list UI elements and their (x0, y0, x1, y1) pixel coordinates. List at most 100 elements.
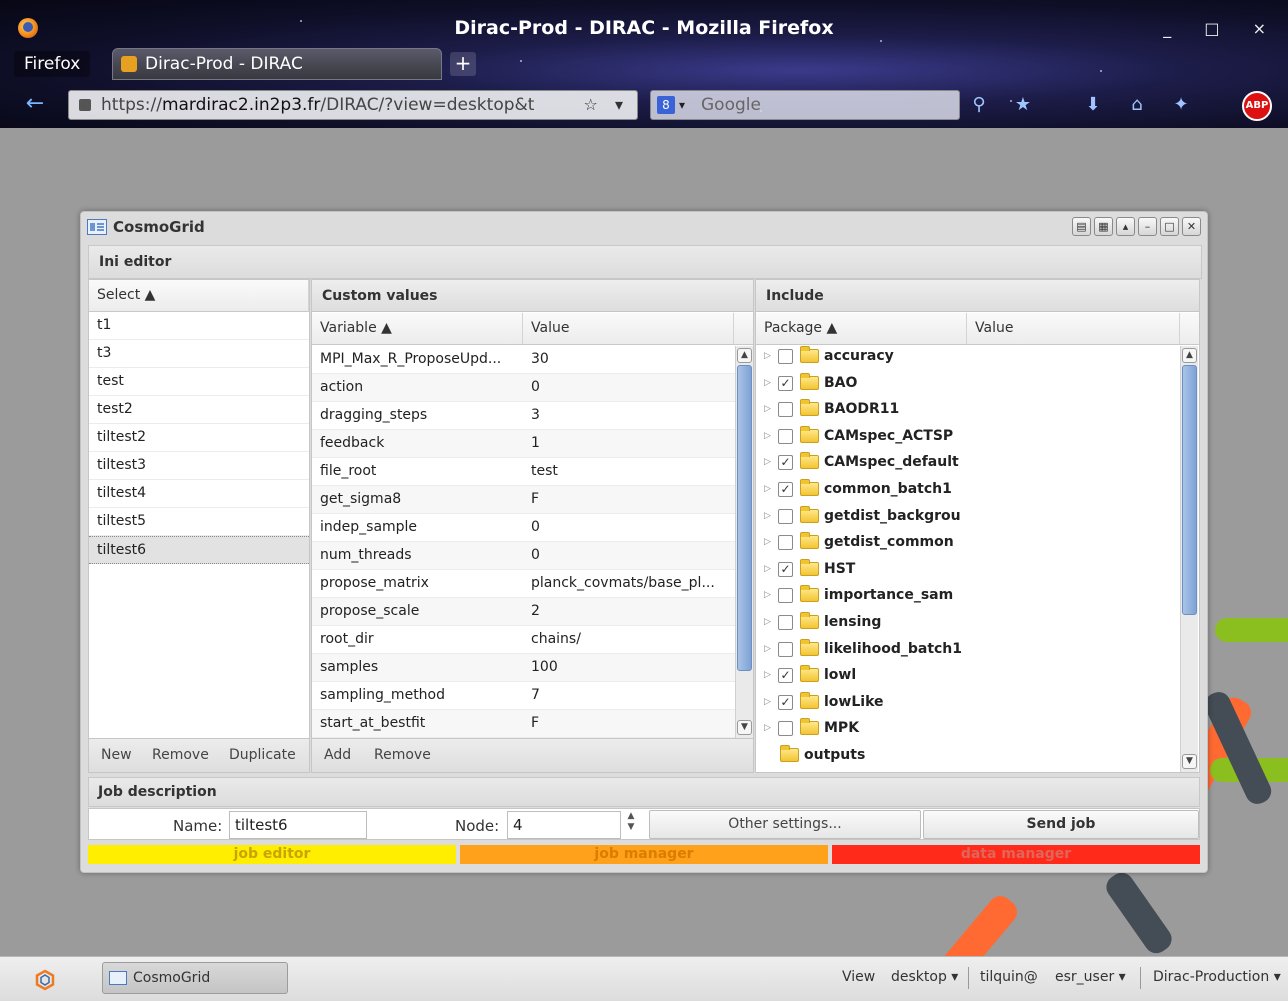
scroll-up-icon[interactable]: ▲ (737, 348, 752, 363)
node-stepper[interactable]: ▲ ▼ (621, 811, 641, 837)
table-row[interactable]: start_at_bestfit F (312, 710, 735, 738)
custom-scrollbar[interactable]: ▲ ▼ (735, 346, 753, 738)
table-row[interactable]: indep_sample 0 (312, 514, 735, 542)
expand-arrow-icon[interactable]: ▷ (764, 396, 771, 422)
desktop-dropdown[interactable]: desktop ▾ (891, 969, 958, 985)
remove-button[interactable]: Remove (374, 747, 431, 763)
save-state-icon[interactable]: ▤ (1072, 217, 1091, 236)
include-checkbox[interactable] (778, 402, 793, 418)
expand-arrow-icon[interactable]: ▷ (764, 689, 771, 715)
list-item[interactable]: tiltest5 (89, 508, 309, 536)
tree-item[interactable]: ▷ getdist_backgrou (756, 503, 1180, 530)
url-bar[interactable]: https://mardirac2.in2p3.fr/DIRAC/?view=d… (68, 90, 638, 120)
table-row[interactable]: get_sigma8 F (312, 486, 735, 514)
expand-arrow-icon[interactable]: ▷ (764, 582, 771, 608)
scroll-thumb[interactable] (737, 365, 752, 671)
expand-arrow-icon[interactable]: ▷ (764, 449, 771, 475)
firefox-menu-button[interactable]: Firefox (14, 51, 91, 77)
browser-tab[interactable]: Dirac-Prod - DIRAC (112, 48, 442, 80)
selected-list-item[interactable]: tiltest6 (89, 536, 309, 564)
name-input[interactable]: tiltest6 (229, 811, 367, 839)
status-bar-job-manager[interactable]: job manager (460, 845, 828, 864)
pin-icon[interactable]: ▦ (1094, 217, 1113, 236)
list-item[interactable]: tiltest2 (89, 424, 309, 452)
table-row[interactable]: root_dir chains/ (312, 626, 735, 654)
include-scrollbar[interactable]: ▲ ▼ (1180, 346, 1198, 772)
table-row[interactable]: samples 100 (312, 654, 735, 682)
search-engine-icon[interactable]: 8 (657, 96, 675, 114)
scroll-down-icon[interactable]: ▼ (1182, 754, 1197, 769)
window-header[interactable]: CosmoGrid ▤ ▦ ▴ – □ ✕ (81, 212, 1207, 242)
setup-dropdown[interactable]: Dirac-Production ▾ (1153, 969, 1281, 985)
list-item[interactable]: test2 (89, 396, 309, 424)
tree-item[interactable]: ▷ BAODR11 (756, 396, 1180, 423)
tree-item[interactable]: ▷ lensing (756, 609, 1180, 636)
table-row[interactable]: feedback 1 (312, 430, 735, 458)
download-icon[interactable]: ⬇ (1082, 94, 1104, 116)
new-tab-button[interactable]: + (450, 52, 476, 76)
list-item[interactable]: test (89, 368, 309, 396)
expand-arrow-icon[interactable]: ▷ (764, 556, 771, 582)
status-bar-job-editor[interactable]: job editor (88, 845, 456, 864)
tree-item[interactable]: ▷ CAMspec_ACTSP (756, 423, 1180, 450)
send-job-button[interactable]: Send job (923, 810, 1199, 839)
remove-button[interactable]: Remove (152, 747, 209, 763)
table-row[interactable]: propose_matrix planck_covmats/base_pl... (312, 570, 735, 598)
chevron-down-icon[interactable]: ▾ (679, 91, 685, 119)
table-row[interactable]: file_root test (312, 458, 735, 486)
scroll-up-icon[interactable]: ▲ (1182, 348, 1197, 363)
include-checkbox[interactable]: ✓ (778, 375, 793, 391)
table-row[interactable]: action 0 (312, 374, 735, 402)
expand-arrow-icon[interactable]: ▷ (764, 636, 771, 662)
search-bar[interactable]: 8 ▾ Google (650, 90, 960, 120)
tree-item[interactable]: ▷ ✓ lowl (756, 662, 1180, 689)
table-row[interactable]: propose_scale 2 (312, 598, 735, 626)
tree-item[interactable]: ▷ ✓ common_batch1 (756, 476, 1180, 503)
include-checkbox[interactable] (778, 535, 793, 551)
value-column-header[interactable]: Value (967, 313, 1180, 345)
tree-item[interactable]: ▷ ✓ lowLike (756, 689, 1180, 716)
include-checkbox[interactable]: ✓ (778, 455, 793, 471)
scroll-down-icon[interactable]: ▼ (737, 720, 752, 735)
table-row[interactable]: num_threads 0 (312, 542, 735, 570)
list-item[interactable]: t3 (89, 340, 309, 368)
include-checkbox[interactable] (778, 508, 793, 524)
other-settings-button[interactable]: Other settings... (649, 810, 921, 839)
include-checkbox[interactable] (778, 349, 793, 364)
tree-item[interactable]: ▷ importance_sam (756, 582, 1180, 609)
tree-item[interactable]: ▷ accuracy (756, 343, 1180, 370)
back-arrow-icon[interactable]: ← (20, 92, 50, 118)
window-controls[interactable]: _ □ × (1163, 19, 1280, 38)
table-row[interactable]: sampling_method 7 (312, 682, 735, 710)
select-column-header[interactable]: Select ▲ (89, 280, 309, 312)
expand-arrow-icon[interactable]: ▷ (764, 476, 771, 502)
close-icon[interactable]: ✕ (1182, 217, 1201, 236)
list-item[interactable]: t1 (89, 312, 309, 340)
tree-item[interactable]: outputs (756, 742, 1180, 769)
addon-icon[interactable]: ✦ (1170, 94, 1192, 116)
tree-item[interactable]: ▷ getdist_common (756, 529, 1180, 556)
variable-column-header[interactable]: Variable ▲ (312, 313, 523, 345)
table-row[interactable]: dragging_steps 3 (312, 402, 735, 430)
expand-arrow-icon[interactable]: ▷ (764, 609, 771, 635)
scroll-thumb[interactable] (1182, 365, 1197, 615)
expand-arrow-icon[interactable]: ▷ (764, 503, 771, 529)
tree-item[interactable]: ▷ ✓ CAMspec_default (756, 449, 1180, 476)
include-checkbox[interactable]: ✓ (778, 561, 793, 577)
list-item[interactable]: tiltest3 (89, 452, 309, 480)
maximize-icon[interactable]: □ (1160, 217, 1179, 236)
binoculars-icon[interactable]: ⚲ (968, 94, 990, 116)
include-checkbox[interactable] (778, 641, 793, 657)
include-checkbox[interactable] (778, 588, 793, 604)
taskbar-cosmogrid-button[interactable]: CosmoGrid (102, 962, 288, 994)
bookmarks-icon[interactable]: ★ (1012, 94, 1034, 116)
new-button[interactable]: New (101, 747, 132, 763)
include-checkbox[interactable] (778, 721, 793, 737)
list-item[interactable]: tiltest4 (89, 480, 309, 508)
include-checkbox[interactable]: ✓ (778, 668, 793, 684)
value-column-header[interactable]: Value (523, 313, 734, 345)
include-checkbox[interactable] (778, 428, 793, 444)
adblock-icon[interactable]: ABP (1242, 91, 1272, 121)
duplicate-button[interactable]: Duplicate (229, 747, 296, 763)
expand-arrow-icon[interactable]: ▷ (764, 343, 771, 369)
